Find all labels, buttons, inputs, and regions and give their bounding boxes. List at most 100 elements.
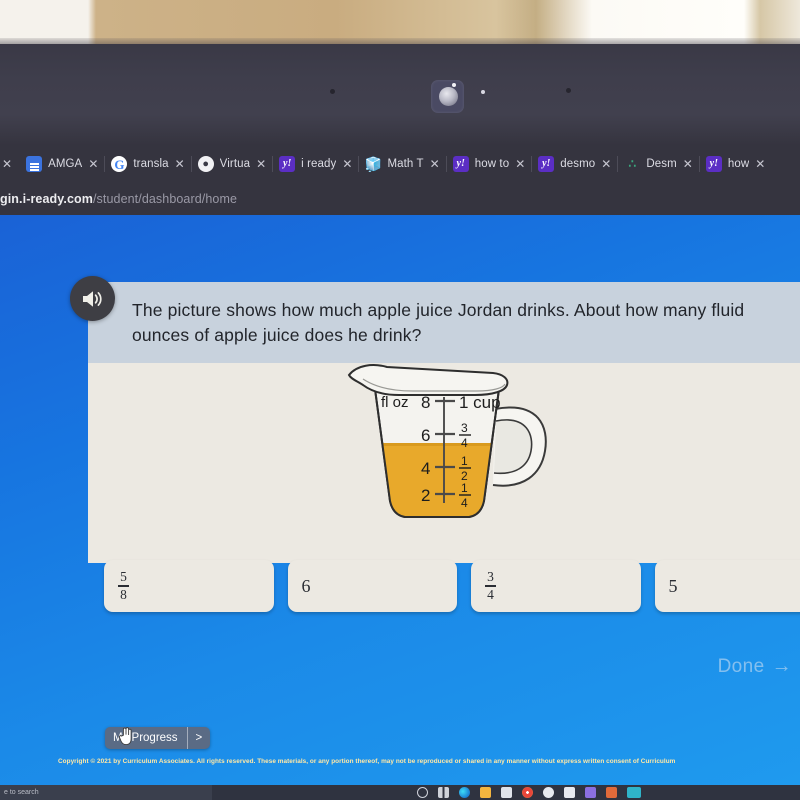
search-placeholder: e to search (4, 789, 39, 796)
browser-tab-title: how (727, 158, 750, 170)
svg-text:2: 2 (421, 486, 430, 505)
svg-text:4: 4 (461, 496, 468, 510)
cortana-icon[interactable] (417, 787, 428, 798)
svg-text:4: 4 (461, 436, 468, 450)
done-label: Done (717, 655, 765, 677)
calculator-icon[interactable] (564, 787, 575, 798)
google-icon: G (111, 156, 128, 172)
arrow-right-icon: → (771, 655, 792, 677)
speaker-icon[interactable] (70, 276, 115, 321)
store-icon[interactable] (501, 787, 512, 798)
svg-text:4: 4 (421, 459, 430, 478)
tab-close-icon[interactable]: ✕ (755, 158, 765, 170)
taskbar-search-input[interactable]: e to search (0, 785, 212, 800)
answer-option-3[interactable]: 5 (654, 560, 800, 612)
answer-option-fraction: 34 (485, 568, 496, 603)
tab-close-icon[interactable]: ✕ (256, 158, 266, 170)
task-view-icon[interactable] (438, 787, 449, 798)
answer-options: 586345 (104, 560, 800, 612)
fraction-denominator: 8 (120, 587, 127, 603)
browser-tab-title: Math T (387, 158, 424, 170)
browser-tab-0[interactable]: AMGA ✕ (20, 149, 105, 179)
firefox-icon[interactable] (543, 787, 554, 798)
chrome-icon[interactable] (522, 787, 533, 798)
answer-option-fraction: 58 (118, 568, 129, 603)
browser-tab-title: transla (133, 158, 169, 170)
desmos-icon: ∴ (628, 157, 637, 171)
svg-text:8: 8 (421, 393, 430, 412)
tab-close-icon[interactable]: ✕ (2, 158, 12, 170)
url-path: /student/dashboard/home (92, 192, 238, 206)
browser-address-bar[interactable]: gin.i-ready.com/student/dashboard/home (0, 183, 800, 215)
laptop-bezel (0, 44, 800, 145)
browser-tabstrip: ✕ AMGA ✕ Gtransla ✕ ● Virtua ✕ y! i ready ✕ 🧊 Math … (0, 145, 800, 183)
fraction-numerator: 3 (487, 568, 494, 584)
windows-taskbar: e to search (0, 785, 800, 800)
yahoo-icon: y! (452, 156, 469, 172)
browser-tab-3[interactable]: y! i ready ✕ (272, 149, 359, 179)
tab-close-icon[interactable]: ✕ (88, 158, 98, 170)
svg-text:3: 3 (461, 421, 468, 435)
done-button[interactable]: Done → (718, 655, 792, 678)
browser-tab-8[interactable]: y! how ✕ (698, 149, 772, 179)
app-purple-icon[interactable] (585, 787, 596, 798)
url-domain: gin.i-ready.com (0, 192, 93, 206)
svg-text:1: 1 (461, 481, 468, 495)
file-explorer-icon[interactable] (480, 787, 491, 798)
browser-tab-title: Desm (646, 158, 677, 170)
chat-bubble-icon: ● (197, 156, 214, 172)
question-body: fl oz 8 6 4 2 1 cup 3 4 1 2 1 4 (88, 362, 800, 563)
tab-close-icon[interactable]: ✕ (601, 158, 611, 170)
browser-tab-1[interactable]: Gtransla ✕ (104, 149, 191, 179)
svg-text:1 cup: 1 cup (459, 393, 501, 412)
tab-close-icon[interactable]: ✕ (175, 158, 185, 170)
taskbar-icons (417, 787, 641, 798)
tab-close-icon[interactable]: ✕ (515, 158, 525, 170)
browser-tab-4[interactable]: 🧊 Math T ✕ (358, 149, 446, 179)
app-orange-icon[interactable] (606, 787, 617, 798)
iready-lesson-page: The picture shows how much apple juice J… (0, 215, 800, 785)
fraction-denominator: 4 (487, 587, 494, 603)
tab-close-icon[interactable]: ✕ (430, 158, 440, 170)
browser-tab-title: desmo (560, 158, 596, 170)
answer-option-value: 6 (301, 575, 311, 596)
tab-close-icon[interactable]: ✕ (683, 158, 693, 170)
camera-indicator-dot (481, 90, 485, 94)
my-progress-button[interactable]: My Progress > (105, 727, 211, 749)
browser-tab-6[interactable]: y! desmo ✕ (531, 149, 618, 179)
hamburger-menu-icon (26, 156, 43, 172)
browser-tab-5[interactable]: y! how to ✕ (445, 149, 533, 179)
app-teal-icon[interactable] (627, 787, 641, 798)
answer-option-value: 5 (668, 575, 678, 596)
answer-option-0[interactable]: 58 (104, 560, 274, 612)
browser-tab-title: Virtua (219, 158, 251, 170)
browser-chrome: ✕ AMGA ✕ Gtransla ✕ ● Virtua ✕ y! i ready ✕ 🧊 Math … (0, 145, 800, 215)
yahoo-icon: y! (705, 156, 722, 172)
question-card: The picture shows how much apple juice J… (70, 276, 800, 563)
edge-icon[interactable] (459, 787, 470, 798)
browser-tab-2[interactable]: ● Virtua ✕ (190, 149, 274, 179)
chevron-right-icon: > (195, 732, 203, 744)
yahoo-icon: y! (538, 156, 555, 172)
svg-text:6: 6 (421, 426, 430, 445)
browser-tab-title: how to (474, 158, 510, 170)
bezel-sensor-dot-right (566, 88, 571, 93)
browser-tab-7[interactable]: ∴ Desm ✕ (617, 149, 700, 179)
my-progress-label: My Progress (113, 732, 178, 744)
tab-close-icon[interactable]: ✕ (342, 158, 352, 170)
answer-option-1[interactable]: 6 (287, 560, 457, 612)
webcam-glint (452, 83, 456, 87)
webcam-lens-icon (439, 87, 458, 106)
answer-option-2[interactable]: 34 (471, 560, 641, 612)
fraction-numerator: 5 (120, 568, 127, 584)
measuring-cup-illustration: fl oz 8 6 4 2 1 cup 3 4 1 2 1 4 (343, 351, 563, 541)
copyright-notice: Copyright © 2021 by Curriculum Associate… (58, 758, 676, 765)
yahoo-icon: y! (279, 156, 296, 172)
bezel-sensor-dot-left (330, 89, 335, 94)
question-text: The picture shows how much apple juice J… (132, 300, 745, 346)
browser-tab-title: AMGA (48, 158, 83, 170)
svg-text:1: 1 (461, 454, 468, 468)
svg-text:fl oz: fl oz (381, 394, 409, 411)
url-text: gin.i-ready.com/student/dashboard/home (0, 192, 237, 206)
cube-icon: 🧊 (365, 156, 382, 172)
